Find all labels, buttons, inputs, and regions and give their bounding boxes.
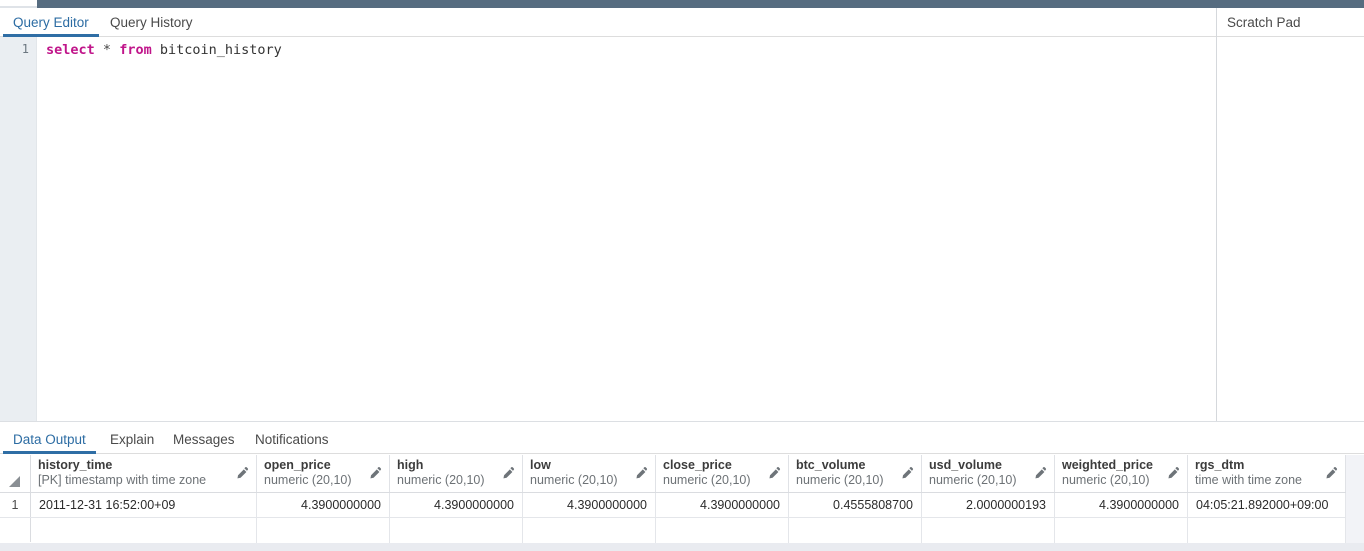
pencil-icon[interactable] [900,466,914,480]
pencil-icon[interactable] [767,466,781,480]
row-index-empty [0,518,31,542]
output-tabbar: Data Output Explain Messages Notificatio… [0,425,1364,454]
cell-history_time[interactable]: 2011-12-31 16:52:00+09 [31,493,257,517]
cell-usd_volume[interactable]: 2.0000000193 [922,493,1055,517]
column-type-high: numeric (20,10) [397,473,485,487]
cell-open_price[interactable]: 4.3900000000 [257,493,390,517]
column-type-rgs_dtm: time with time zone [1195,473,1302,487]
top-strip-bar [37,0,1364,8]
column-name-rgs_dtm: rgs_dtm [1195,458,1245,472]
table-row-empty[interactable] [0,518,1346,544]
cell-weighted_price[interactable]: 4.3900000000 [1055,493,1188,517]
column-name-open_price: open_price [264,458,331,472]
cell-empty-high[interactable] [390,518,523,543]
column-type-close_price: numeric (20,10) [663,473,751,487]
sql-editor[interactable]: 1 select * from bitcoin_history [0,37,1216,421]
sql-editor-code-line[interactable]: select * from bitcoin_history [46,42,282,59]
pencil-icon[interactable] [1033,466,1047,480]
select-all-corner-cell[interactable] [0,455,31,492]
data-grid-body: 1 2011-12-31 16:52:00+09 4.3900000000 4.390… [0,493,1346,544]
column-type-low: numeric (20,10) [530,473,618,487]
sql-space-2 [111,42,119,58]
sql-keyword-from: from [119,42,152,58]
sql-table-name: bitcoin_history [159,42,282,58]
tab-query-editor[interactable]: Query Editor [3,8,99,37]
pencil-icon[interactable] [1166,466,1180,480]
pencil-icon[interactable] [368,466,382,480]
cell-empty-history_time[interactable] [31,518,257,543]
data-output-grid[interactable]: history_time [PK] timestamp with time zon… [0,455,1364,551]
cell-empty-weighted_price[interactable] [1055,518,1188,543]
pencil-icon[interactable] [634,466,648,480]
pencil-icon[interactable] [501,466,515,480]
cell-low[interactable]: 4.3900000000 [523,493,656,517]
sql-operator-star: * [102,42,112,58]
sql-star-operator [95,42,103,58]
column-name-history_time: history_time [38,458,113,472]
column-name-btc_volume: btc_volume [796,458,866,472]
column-name-usd_volume: usd_volume [929,458,1002,472]
editor-line-number-gutter: 1 [0,37,37,421]
cell-close_price[interactable]: 4.3900000000 [656,493,789,517]
scratch-pad-panel: Scratch Pad [1216,8,1364,421]
data-grid-header-row: history_time [PK] timestamp with time zon… [0,455,1346,493]
tab-notifications[interactable]: Notifications [245,425,339,454]
column-name-weighted_price: weighted_price [1062,458,1153,472]
window-top-strip [0,0,1364,8]
column-header-weighted_price[interactable]: weighted_price numeric (20,10) [1055,455,1188,492]
sql-keyword-select: select [46,42,95,58]
column-name-close_price: close_price [663,458,732,472]
column-type-weighted_price: numeric (20,10) [1062,473,1150,487]
tab-messages[interactable]: Messages [163,425,245,454]
column-header-rgs_dtm[interactable]: rgs_dtm time with time zone [1188,455,1346,492]
column-header-close_price[interactable]: close_price numeric (20,10) [656,455,789,492]
cell-rgs_dtm[interactable]: 04:05:21.892000+09:00 [1188,493,1346,517]
cell-empty-rgs_dtm[interactable] [1188,518,1346,543]
column-name-low: low [530,458,551,472]
column-header-high[interactable]: high numeric (20,10) [390,455,523,492]
sql-space-3 [152,42,160,58]
line-number-1: 1 [21,42,29,56]
select-all-triangle-icon [9,476,20,487]
grid-bottom-strip [0,543,1364,551]
grid-right-filler [1346,455,1364,551]
column-header-open_price[interactable]: open_price numeric (20,10) [257,455,390,492]
scratch-pad-textarea[interactable] [1217,37,1364,421]
column-header-history_time[interactable]: history_time [PK] timestamp with time zon… [31,455,257,492]
column-header-btc_volume[interactable]: btc_volume numeric (20,10) [789,455,922,492]
tab-data-output[interactable]: Data Output [3,425,96,454]
scratch-pad-title: Scratch Pad [1217,8,1364,37]
query-tool-tabbar: Query Editor Query History [0,8,1216,37]
tab-explain[interactable]: Explain [100,425,164,454]
column-header-low[interactable]: low numeric (20,10) [523,455,656,492]
column-type-open_price: numeric (20,10) [264,473,352,487]
pencil-icon[interactable] [235,466,249,480]
column-type-btc_volume: numeric (20,10) [796,473,884,487]
column-type-usd_volume: numeric (20,10) [929,473,1017,487]
data-grid-inner: history_time [PK] timestamp with time zon… [0,455,1346,544]
tab-query-history[interactable]: Query History [100,8,203,37]
cell-empty-usd_volume[interactable] [922,518,1055,543]
row-index[interactable]: 1 [0,493,31,517]
cell-high[interactable]: 4.3900000000 [390,493,523,517]
pencil-icon[interactable] [1324,466,1338,480]
cell-btc_volume[interactable]: 0.4555808700 [789,493,922,517]
cell-empty-low[interactable] [523,518,656,543]
column-name-high: high [397,458,424,472]
table-row[interactable]: 1 2011-12-31 16:52:00+09 4.3900000000 4.390… [0,493,1346,518]
cell-empty-close_price[interactable] [656,518,789,543]
cell-empty-btc_volume[interactable] [789,518,922,543]
column-header-usd_volume[interactable]: usd_volume numeric (20,10) [922,455,1055,492]
cell-empty-open_price[interactable] [257,518,390,543]
column-type-history_time: [PK] timestamp with time zone [38,473,207,487]
